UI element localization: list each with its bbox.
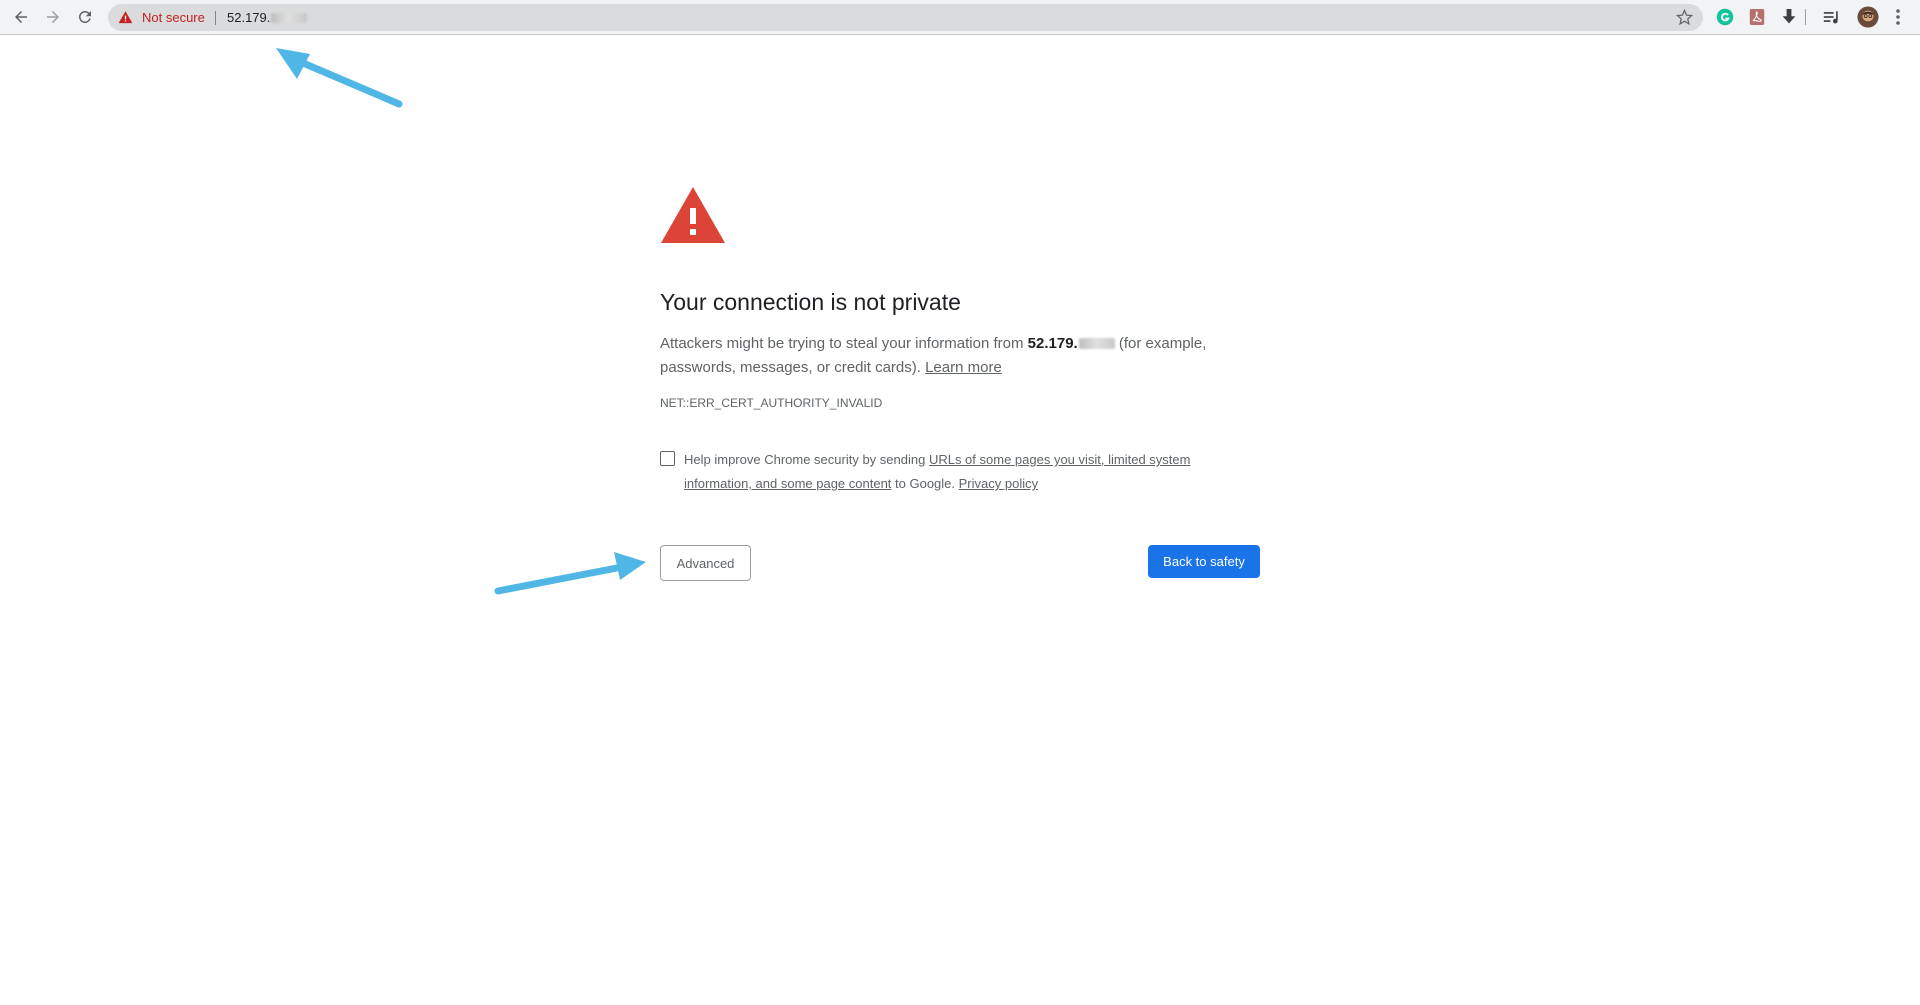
toolbar-divider (1805, 9, 1806, 25)
kebab-menu-icon[interactable] (1888, 7, 1908, 27)
arrow-left-icon (15, 11, 27, 23)
redacted-url-part (271, 13, 308, 23)
opt-in-label: Help improve Chrome security by sending … (684, 448, 1224, 496)
url-visible: 52.179. (227, 10, 271, 25)
opt-in-checkbox[interactable] (660, 451, 675, 466)
reload-button[interactable] (73, 5, 97, 29)
back-button[interactable] (9, 5, 33, 29)
back-to-safety-button[interactable]: Back to safety (1148, 545, 1260, 578)
main-message: Attackers might be trying to steal your … (660, 332, 1260, 380)
address-bar-arrow (276, 48, 403, 108)
opt-in-prefix: Help improve Chrome security by sending (684, 452, 929, 467)
error-code: NET::ERR_CERT_AUTHORITY_INVALID (660, 396, 883, 410)
host-name: 52.179. (1028, 335, 1115, 352)
danger-triangle-icon (661, 187, 725, 243)
page-title: Your connection is not private (660, 289, 961, 315)
address-divider (215, 11, 216, 25)
annotation-arrows (276, 48, 646, 595)
host-visible: 52.179. (1027, 335, 1078, 352)
browser-toolbar: Not secure 52.179. (0, 0, 1920, 35)
arrow-right-icon (47, 11, 59, 23)
advanced-button[interactable]: Advanced (660, 545, 751, 581)
privacy-policy-link[interactable]: Privacy policy (959, 476, 1038, 491)
opt-in-middle: to Google. (891, 476, 959, 491)
advanced-button-arrow (494, 552, 646, 595)
not-secure-label[interactable]: Not secure (142, 10, 205, 25)
redacted-host-part (1078, 338, 1115, 349)
grammarly-icon[interactable] (1715, 7, 1735, 27)
url-text[interactable]: 52.179. (227, 10, 308, 25)
avatar[interactable] (1856, 5, 1880, 29)
reload-icon (78, 10, 91, 23)
warning-triangle-icon (118, 11, 133, 24)
forward-button[interactable] (41, 5, 65, 29)
download-icon[interactable] (1779, 7, 1799, 27)
media-queue-icon[interactable] (1822, 7, 1842, 27)
message-prefix: Attackers might be trying to steal your … (660, 335, 1028, 352)
learn-more-link[interactable]: Learn more (925, 359, 1002, 376)
pdf-icon[interactable] (1747, 7, 1767, 27)
star-icon[interactable] (1676, 9, 1693, 26)
address-bar[interactable]: Not secure 52.179. (108, 4, 1703, 31)
